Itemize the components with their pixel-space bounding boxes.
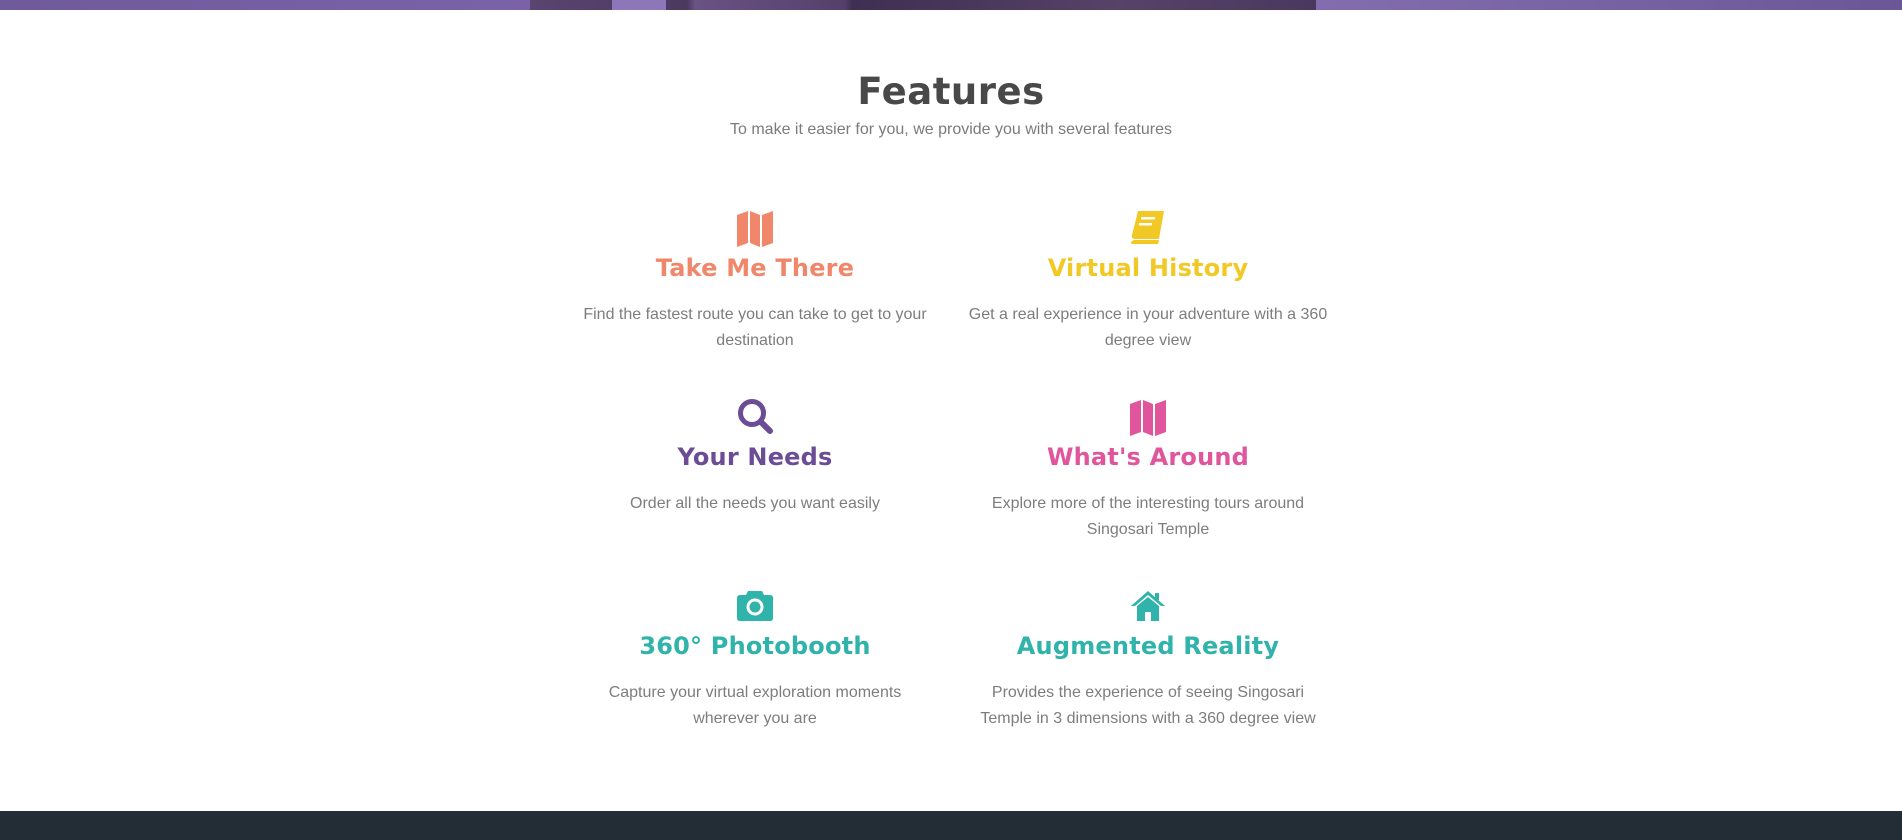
feature-description: Explore more of the interesting tours ar… <box>991 495 1305 538</box>
feature-virtual-history: Virtual History Get a real experience in… <box>963 207 1333 354</box>
feature-title: What's Around <box>1046 443 1250 471</box>
camera-icon <box>735 585 775 625</box>
search-icon <box>735 396 775 436</box>
feature-description: Find the fastest route you can take to g… <box>583 306 927 349</box>
section-subtitle: To make it easier for you, we provide yo… <box>730 121 1172 138</box>
home-icon <box>1128 585 1168 625</box>
feature-photobooth: 360° Photobooth Capture your virtual exp… <box>570 585 940 732</box>
feature-title: Augmented Reality <box>1016 632 1280 660</box>
book-icon <box>1128 207 1168 247</box>
feature-your-needs: Your Needs Order all the needs you want … <box>570 396 940 517</box>
feature-take-me-there: Take Me There Find the fastest route you… <box>570 207 940 354</box>
hero-photo-gap <box>612 0 666 10</box>
feature-augmented-reality: Augmented Reality Provides the experienc… <box>963 585 1333 732</box>
feature-title: Your Needs <box>677 443 833 471</box>
feature-title: Take Me There <box>655 254 855 282</box>
footer <box>0 811 1902 840</box>
feature-description: Order all the needs you want easily <box>630 495 880 512</box>
feature-title: Virtual History <box>1047 254 1249 282</box>
features-section: Features To make it easier for you, we p… <box>0 10 1902 811</box>
section-title: Features <box>857 70 1045 113</box>
map-icon <box>735 207 775 247</box>
map-icon <box>1128 396 1168 436</box>
feature-whats-around: What's Around Explore more of the intere… <box>963 396 1333 543</box>
hero-image-bottom-edge <box>0 0 1902 10</box>
feature-description: Get a real experience in your adventure … <box>968 306 1328 349</box>
feature-description: Capture your virtual exploration moments… <box>608 684 902 727</box>
feature-description: Provides the experience of seeing Singos… <box>980 684 1316 727</box>
feature-title: 360° Photobooth <box>639 632 871 660</box>
